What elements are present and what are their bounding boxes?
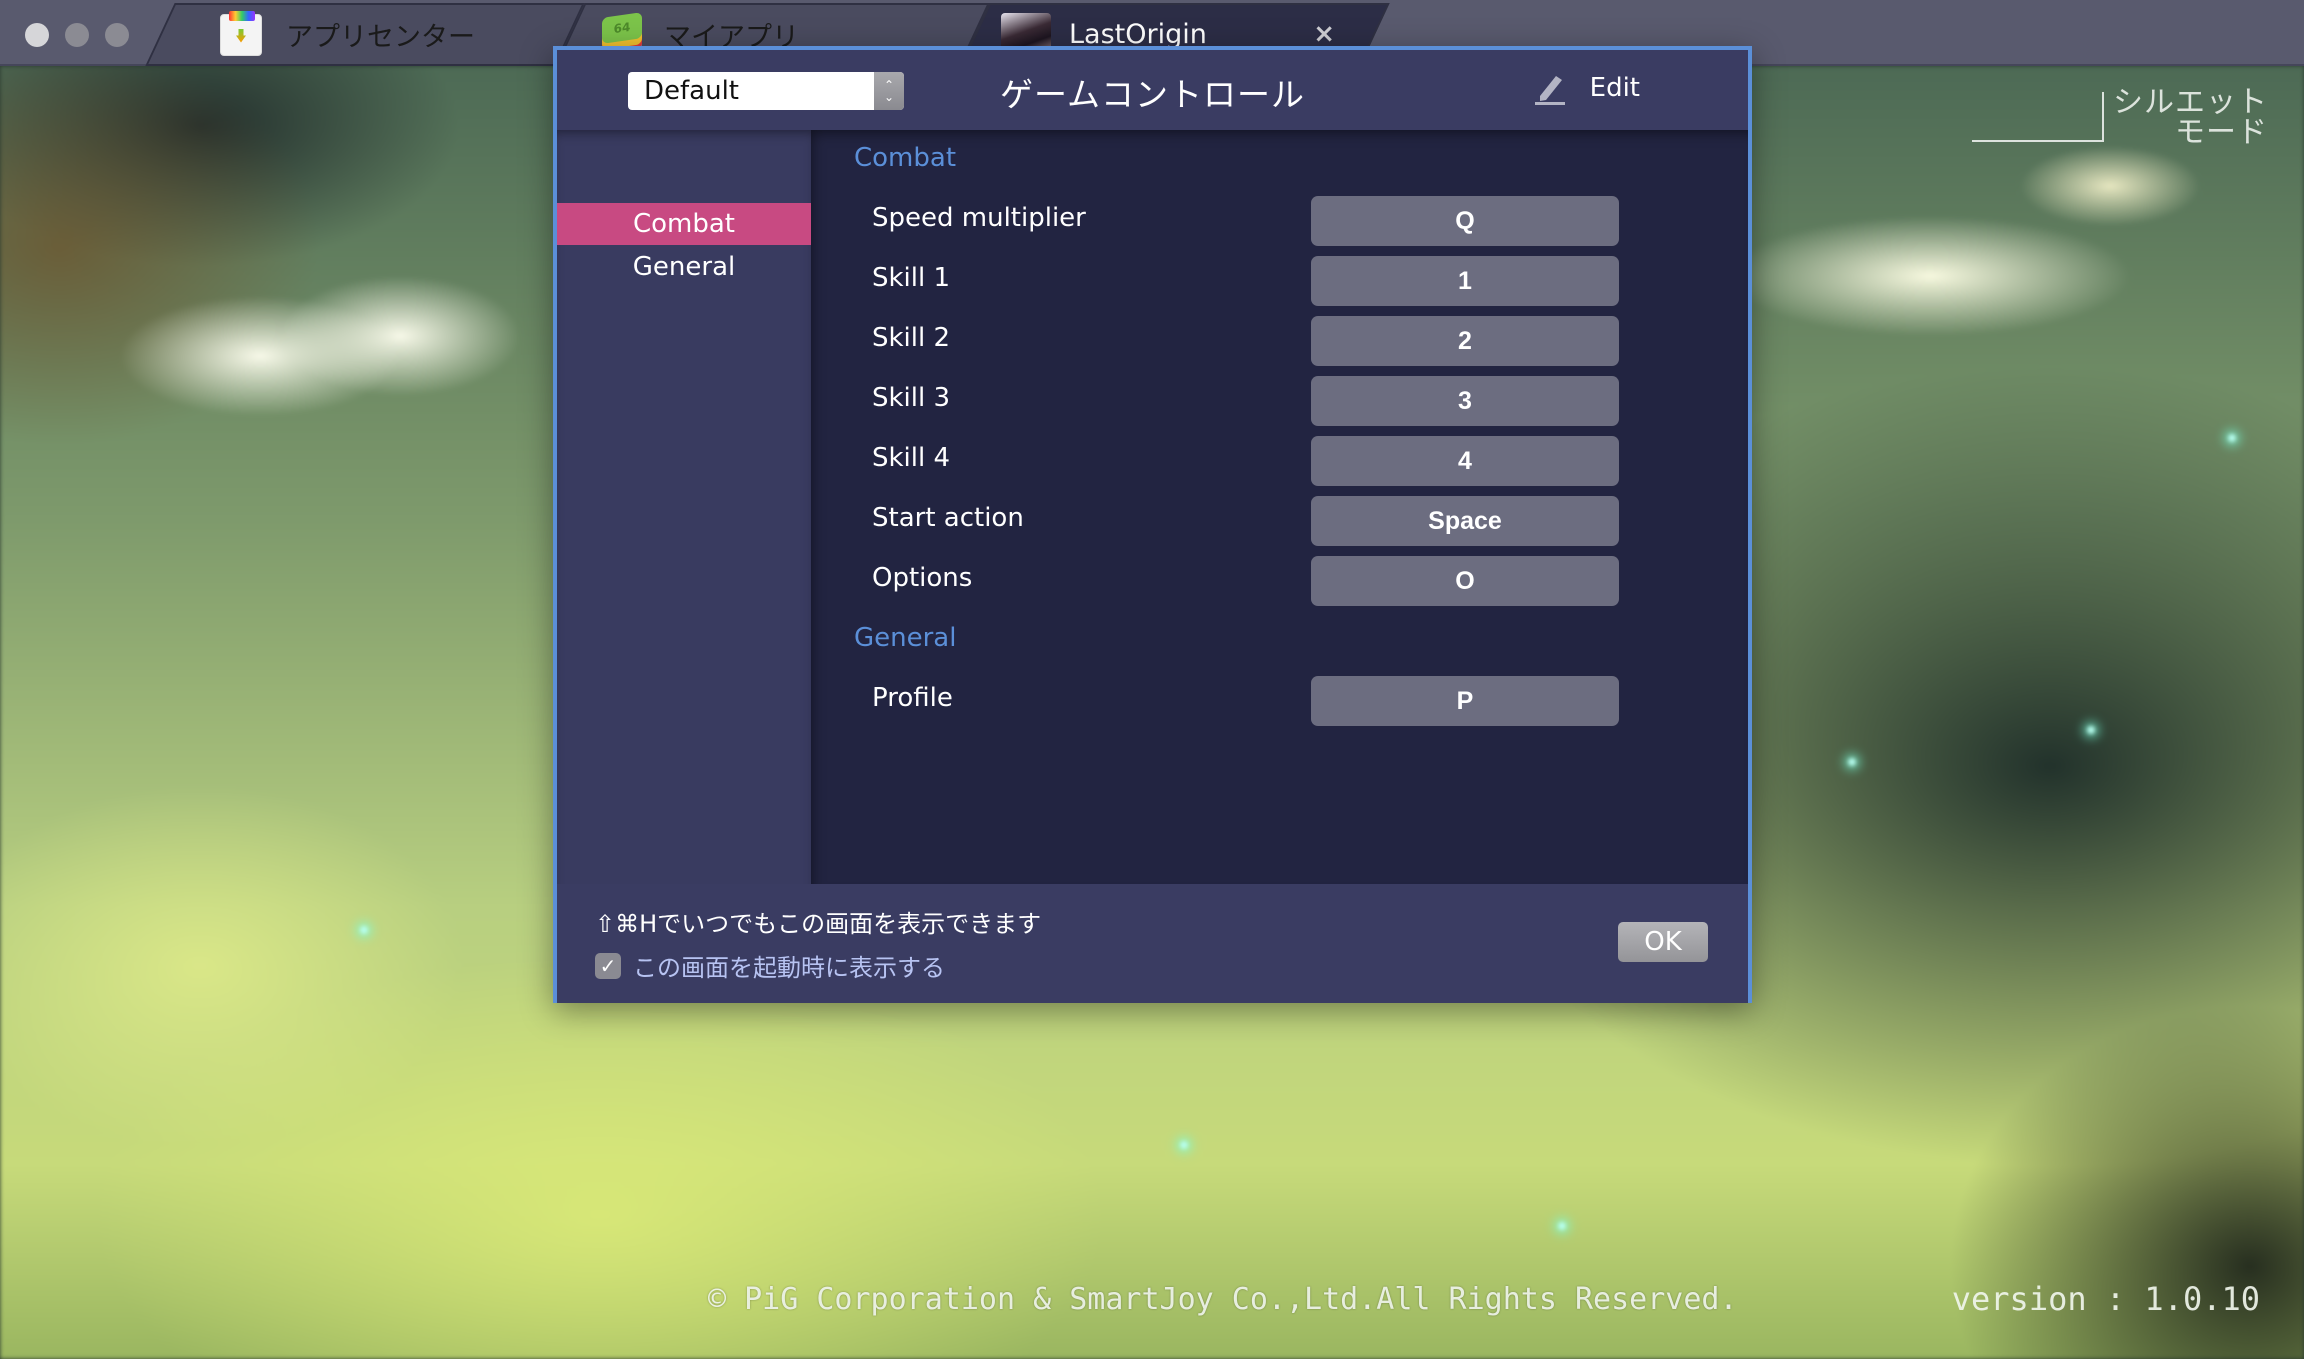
control-label-start-action: Start action: [872, 503, 1024, 533]
close-tab-icon[interactable]: ×: [1313, 19, 1335, 49]
silhouette-mode-button[interactable]: シルエット モード: [2113, 88, 2268, 148]
chevron-down-icon: ⌄: [883, 90, 895, 104]
sparkle: [1558, 1222, 1566, 1230]
key-binding-speed-multiplier[interactable]: Q: [1311, 196, 1619, 246]
window-minimize-button[interactable]: [65, 23, 89, 47]
control-label-speed-multiplier: Speed multiplier: [872, 203, 1086, 233]
section-heading-general: General: [854, 623, 957, 653]
key-binding-skill-2[interactable]: 2: [1311, 316, 1619, 366]
tab-app-center[interactable]: アプリセンター: [145, 3, 585, 66]
edit-button[interactable]: Edit: [1532, 70, 1640, 106]
control-label-profile: Profile: [872, 683, 953, 713]
version-text: version : 1.0.10: [1951, 1280, 2260, 1318]
key-binding-options[interactable]: O: [1311, 556, 1619, 606]
sidebar-item-general[interactable]: General: [557, 246, 811, 288]
section-heading-combat: Combat: [854, 143, 957, 173]
copyright-text: © PiG Corporation & SmartJoy Co.,Ltd.All…: [708, 1282, 1738, 1317]
sparkle: [1180, 1141, 1188, 1149]
control-label-skill-4: Skill 4: [872, 443, 951, 473]
sparkle: [360, 926, 368, 934]
dialog-footer: ⇧⌘Hでいつでもこの画面を表示できます ✓ この画面を起動時に表示する OK: [557, 884, 1748, 1003]
controls-list: Combat Speed multiplier Q Skill 1 1 Skil…: [811, 130, 1748, 884]
control-label-options: Options: [872, 563, 973, 593]
profile-select[interactable]: Default ⌃ ⌄: [628, 72, 904, 110]
control-label-skill-3: Skill 3: [872, 383, 951, 413]
shortcut-hint: ⇧⌘Hでいつでもこの画面を表示できます: [595, 910, 1042, 938]
control-label-skill-1: Skill 1: [872, 263, 951, 293]
sparkle: [1848, 758, 1856, 766]
app-center-icon: [220, 10, 262, 56]
ok-button[interactable]: OK: [1618, 922, 1708, 962]
select-stepper-icon[interactable]: ⌃ ⌄: [874, 72, 904, 110]
profile-select-value: Default: [644, 76, 739, 106]
sparkle: [2228, 434, 2236, 442]
category-sidebar: Combat General: [557, 130, 811, 884]
show-on-startup-label: この画面を起動時に表示する: [633, 954, 945, 982]
window-close-button[interactable]: [25, 23, 49, 47]
key-binding-skill-1[interactable]: 1: [1311, 256, 1619, 306]
show-on-startup-toggle[interactable]: ✓ この画面を起動時に表示する: [595, 948, 945, 983]
key-binding-start-action[interactable]: Space: [1311, 496, 1619, 546]
silhouette-mode-line1: シルエット: [2113, 85, 2268, 120]
sparkle: [2087, 726, 2095, 734]
edit-label: Edit: [1589, 73, 1640, 103]
tab-label: アプリセンター: [286, 22, 475, 53]
dialog-body: Combat General Combat Speed multiplier Q…: [557, 130, 1748, 884]
silhouette-mode-frame[interactable]: [1972, 92, 2104, 142]
window-maximize-button[interactable]: [105, 23, 129, 47]
control-label-skill-2: Skill 2: [872, 323, 951, 353]
game-controls-dialog: Default ⌃ ⌄ ゲームコントロール Edit Combat Genera…: [553, 46, 1752, 1003]
checkmark-icon: ✓: [599, 953, 617, 978]
silhouette-mode-line2: モード: [2175, 115, 2268, 150]
pencil-icon: [1534, 76, 1565, 105]
show-on-startup-checkbox[interactable]: ✓: [595, 952, 621, 979]
key-binding-skill-3[interactable]: 3: [1311, 376, 1619, 426]
dialog-header: Default ⌃ ⌄ ゲームコントロール Edit: [557, 50, 1748, 130]
sidebar-item-combat[interactable]: Combat: [557, 203, 811, 245]
key-binding-skill-4[interactable]: 4: [1311, 436, 1619, 486]
key-binding-profile[interactable]: P: [1311, 676, 1619, 726]
